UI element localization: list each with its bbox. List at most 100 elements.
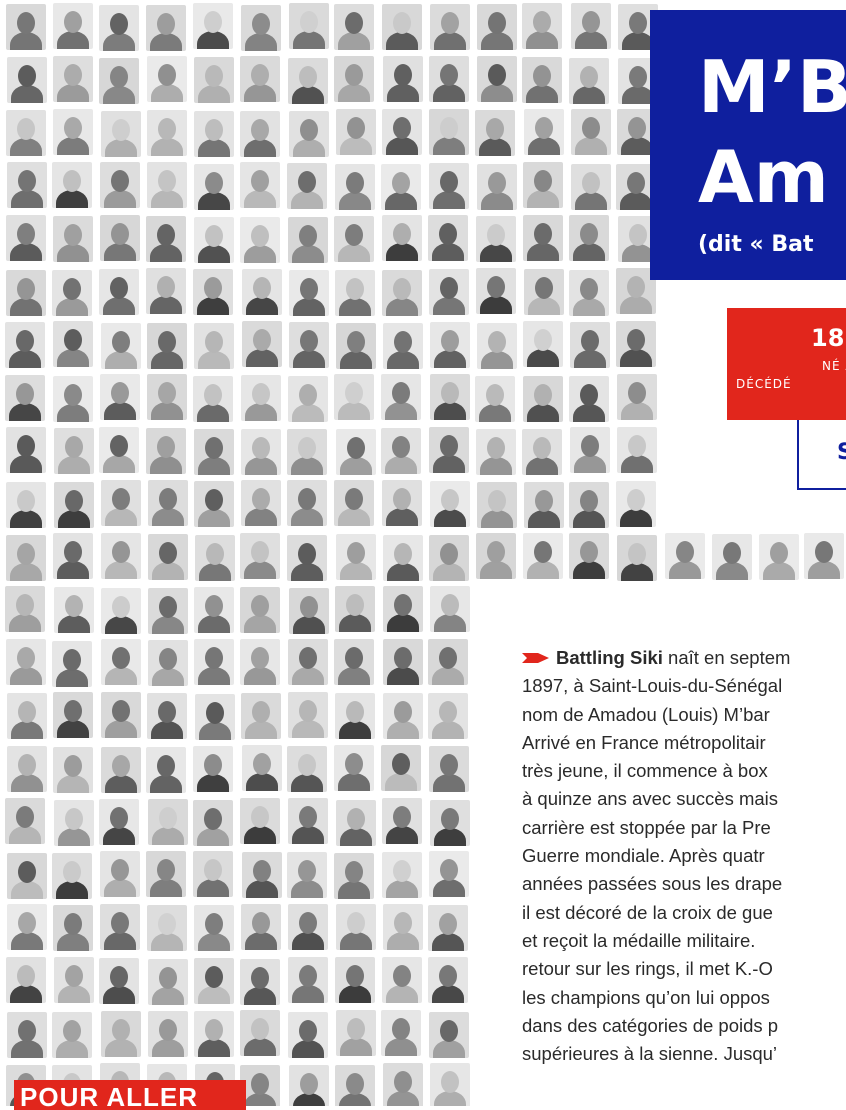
portrait-tile [53,691,94,738]
portrait-tile [239,797,280,844]
portrait-face [157,858,176,881]
birth-info: NÉ A [822,359,846,373]
portrait-face [346,116,365,139]
portrait-tile [99,4,140,51]
portrait-tile [333,479,374,526]
portrait-face [204,172,223,195]
portrait-shoulders [245,773,278,792]
portrait-shoulders [57,719,90,738]
portrait-face [532,437,551,460]
portrait-face [299,805,318,828]
biography-line: nom de Amadou (Louis) M’bar [522,703,770,725]
portrait-tile [240,533,281,580]
portrait-shoulders [9,137,42,156]
portrait-face [300,595,319,618]
portrait-tile [239,586,280,633]
portrait-face [392,488,411,511]
portrait-shoulders [291,984,324,1003]
portrait-face [626,275,645,298]
portrait-face [205,1019,224,1042]
portrait-face [394,1070,413,1093]
portrait-shoulders [387,667,420,686]
biography-lead-name: Battling Siki [556,647,663,668]
portrait-tile [6,956,47,1003]
portrait-shoulders [572,510,605,529]
portrait-face [628,434,647,457]
portrait-face [251,911,270,934]
portrait-face [298,384,317,407]
portrait-face [628,381,647,404]
portrait-tile [147,479,188,526]
portrait-shoulders [199,562,232,581]
portrait-tile [53,956,94,1003]
portrait-tile [336,533,377,580]
portrait-tile [239,1009,280,1056]
portrait-tile [100,532,141,579]
portrait-face [580,329,599,352]
portrait-face [204,965,223,988]
portrait-shoulders [527,510,560,529]
portrait-face [15,593,34,616]
portrait-shoulders [9,350,42,369]
portrait-tile [101,1010,142,1057]
portrait-face [393,700,412,723]
portrait-face [298,699,317,722]
portrait-shoulders [151,720,184,739]
portrait-shoulders [292,31,325,50]
portrait-shoulders [572,403,605,422]
portrait-face [111,755,130,778]
portrait-shoulders [572,561,605,580]
portrait-face [533,169,552,192]
portrait-face [440,435,459,458]
portrait-face [298,488,317,511]
portrait-shoulders [150,295,183,314]
red-arrow-bullet-icon [522,653,549,664]
portrait-shoulders [431,984,464,1003]
portrait-tile [382,692,423,739]
portrait-shoulders [291,404,324,423]
portrait-shoulders [104,615,137,634]
portrait-face [110,222,129,245]
portrait-tile [146,267,187,314]
portrait-tile [335,692,376,739]
portrait-tile [334,638,375,685]
portrait-tile [193,957,234,1004]
portrait-shoulders [340,456,373,475]
portrait-face [534,117,553,140]
portrait-tile [53,532,94,579]
portrait-tile [522,161,563,208]
dates-years: 18 [811,324,845,352]
portrait-shoulders [619,192,652,211]
portrait-tile [148,533,189,580]
portrait-tile [381,3,422,50]
portrait-face [110,859,129,882]
portrait-tile [194,56,235,103]
portrait-tile [383,55,424,102]
portrait-face [299,912,318,935]
portrait-tile [428,692,469,739]
portrait-face [18,754,37,777]
portrait-shoulders [621,401,654,420]
portrait-shoulders [243,614,276,633]
portrait-shoulders [151,507,184,526]
portrait-tile [712,534,753,581]
portrait-tile [194,480,235,527]
portrait-shoulders [197,244,230,263]
portrait-face [251,541,270,564]
portrait-face [723,542,742,565]
portrait-tile [288,321,329,368]
portrait-tile [430,1063,471,1106]
portrait-face [345,278,364,301]
portrait-shoulders [104,931,137,950]
portrait-shoulders [763,561,796,580]
portrait-shoulders [384,1038,417,1057]
portrait-shoulders [291,719,324,738]
portrait-tile [336,799,377,846]
portrait-shoulders [103,454,136,473]
portrait-tile [616,534,657,581]
portrait-tile [99,958,140,1005]
portrait-face [439,222,458,245]
portrait-shoulders [292,86,325,105]
portrait-tile [476,4,517,51]
portrait-face [299,225,318,248]
